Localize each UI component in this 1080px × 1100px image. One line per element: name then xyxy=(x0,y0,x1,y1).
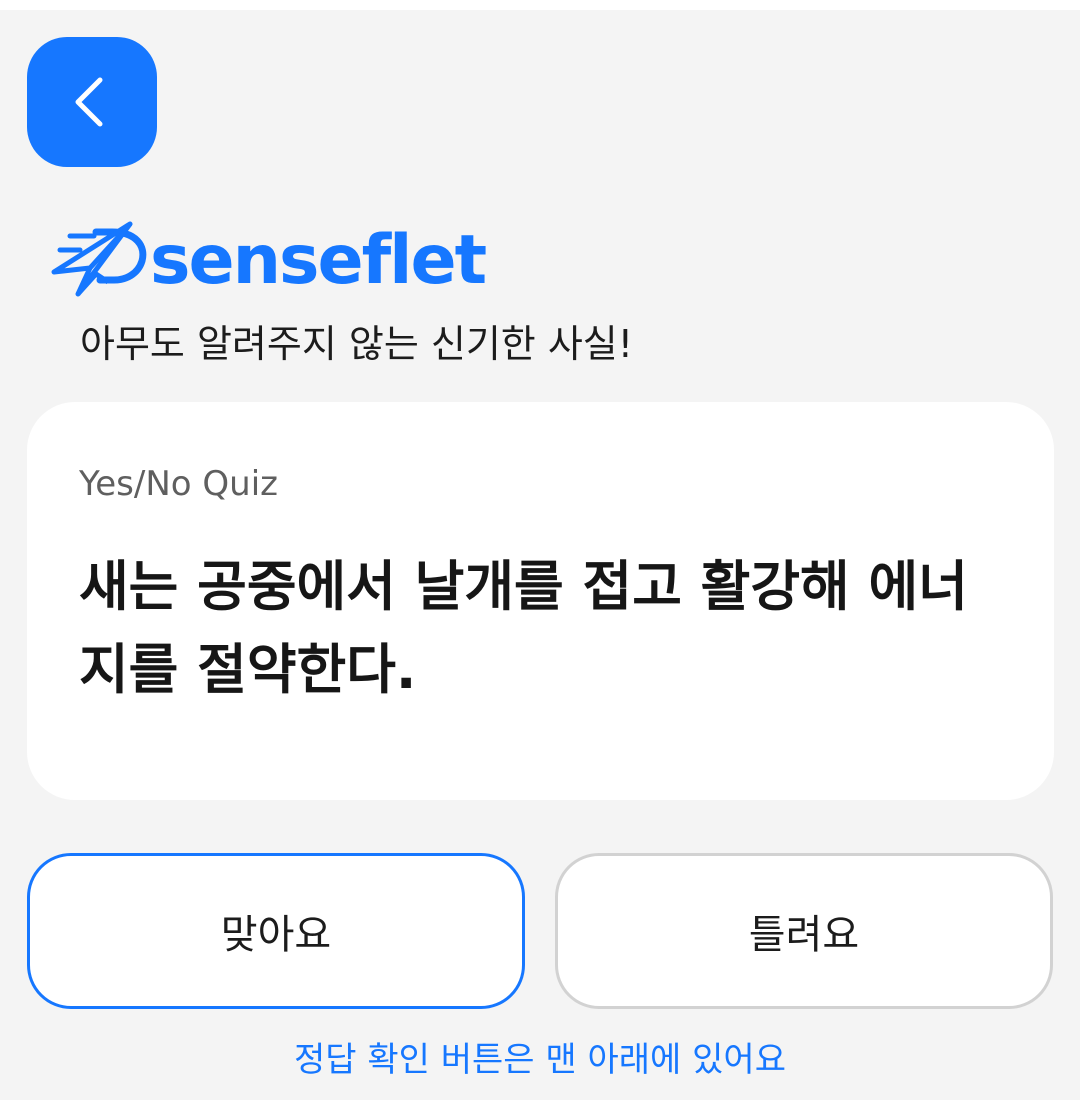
quiz-type-label: Yes/No Quiz xyxy=(79,464,278,504)
chevron-left-icon xyxy=(75,77,103,127)
quiz-question: 새는 공중에서 날개를 접고 활강해 에너지를 절약한다. xyxy=(79,554,968,702)
answer-check-hint: 정답 확인 버튼은 맨 아래에 있어요 xyxy=(294,1040,786,1080)
quiz-card: Yes/No Quiz 새는 공중에서 날개를 접고 활강해 에너지를 절약한다… xyxy=(27,402,1054,800)
tagline: 아무도 알려주지 않는 신기한 사실! xyxy=(80,322,633,366)
answer-yes-button[interactable]: 맞아요 xyxy=(27,853,525,1009)
back-button[interactable] xyxy=(27,37,157,167)
brand-name: senseflet xyxy=(150,221,487,300)
paper-plane-logo-icon xyxy=(51,221,147,297)
answer-yes-label: 맞아요 xyxy=(220,912,332,958)
answer-no-label: 틀려요 xyxy=(748,912,860,958)
status-bar-strip xyxy=(0,0,1080,10)
brand-logo: senseflet xyxy=(50,210,487,305)
answer-no-button[interactable]: 틀려요 xyxy=(555,853,1053,1009)
